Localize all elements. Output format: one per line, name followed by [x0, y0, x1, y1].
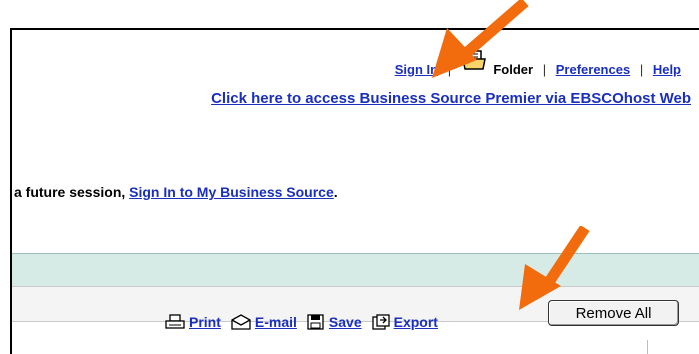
- session-message: a future session, Sign In to My Business…: [14, 184, 338, 200]
- separator: |: [639, 62, 644, 77]
- annotation-arrow-folder: [432, 0, 529, 78]
- print-button[interactable]: Print: [165, 314, 221, 330]
- top-links: Sign In | Folder | Preferences | Help: [0, 50, 681, 77]
- save-button[interactable]: Save: [307, 314, 362, 330]
- session-prefix: a future session,: [14, 184, 130, 200]
- access-ebscohost-link[interactable]: Click here to access Business Source Pre…: [211, 90, 691, 107]
- print-label[interactable]: Print: [189, 314, 221, 330]
- session-suffix: .: [333, 184, 338, 200]
- preferences-link[interactable]: Preferences: [556, 62, 630, 77]
- print-icon: [165, 314, 185, 329]
- email-label[interactable]: E-mail: [255, 314, 297, 330]
- help-link[interactable]: Help: [653, 62, 681, 77]
- save-icon: [307, 314, 324, 330]
- export-label[interactable]: Export: [394, 314, 438, 330]
- annotation-arrow-export: [519, 226, 590, 310]
- save-label[interactable]: Save: [329, 314, 362, 330]
- email-icon: [231, 314, 251, 330]
- separator: |: [542, 62, 547, 77]
- sign-in-my-business-source-link[interactable]: Sign In to My Business Source: [129, 184, 334, 200]
- folder-tools: Print E-mail Save Export: [165, 310, 448, 334]
- email-button[interactable]: E-mail: [231, 314, 297, 330]
- scrollbar-edge: [647, 340, 648, 354]
- export-button[interactable]: Export: [371, 314, 438, 330]
- export-icon: [371, 314, 390, 330]
